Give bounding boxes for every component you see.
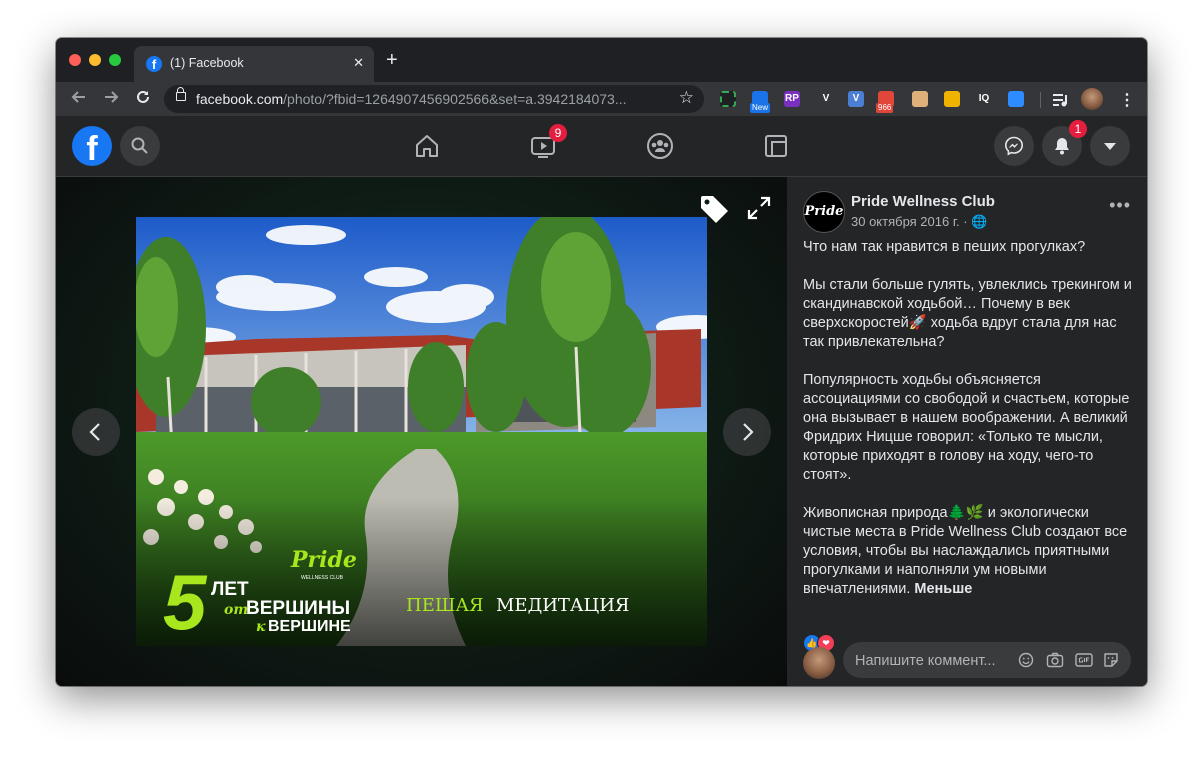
messenger-button[interactable]: [994, 126, 1034, 166]
previous-photo-button[interactable]: [72, 408, 120, 456]
ext-v-icon[interactable]: V: [818, 91, 834, 107]
browser-toolbar: facebook.com/photo/?fbid=126490745690256…: [56, 82, 1147, 116]
watch-badge: 9: [549, 124, 567, 142]
comment-box[interactable]: [843, 642, 1131, 680]
next-photo-button[interactable]: [723, 408, 771, 456]
user-avatar[interactable]: [803, 647, 835, 679]
ext-zoom-icon[interactable]: [1008, 91, 1024, 107]
overlay-let: ЛЕТ: [211, 579, 249, 600]
facebook-logo[interactable]: f: [72, 126, 112, 168]
emoji-icon[interactable]: [1018, 652, 1034, 668]
see-less-link[interactable]: Меньше: [914, 581, 972, 597]
gif-icon[interactable]: [1075, 652, 1093, 668]
ext-face-icon[interactable]: [912, 91, 928, 107]
maximize-window-button[interactable]: [109, 54, 121, 66]
caret-down-icon: [1104, 143, 1116, 150]
post-paragraph: Мы стали больше гулять, увлеклись трекин…: [803, 277, 1132, 350]
notifications-badge: 1: [1069, 120, 1087, 138]
overlay-ot: от: [224, 602, 248, 618]
facebook-header: f 9 1: [56, 116, 1147, 177]
url-text[interactable]: facebook.com/photo/?fbid=126490745690256…: [196, 91, 627, 107]
overlay-brand: Pride: [290, 547, 357, 573]
post-date[interactable]: 30 октября 2016 г. · 🌐: [851, 214, 987, 230]
search-button[interactable]: [120, 126, 160, 166]
comment-input[interactable]: [853, 642, 1027, 680]
ext-mail-badge: 966: [876, 103, 894, 113]
ext-rainbow-badge: New: [750, 103, 771, 113]
ext-bookmark-icon[interactable]: [944, 91, 960, 107]
post-photo[interactable]: 5 ЛЕТ от ВЕРШИНЫ к ВЕРШИНЕ Pride WELLNES…: [136, 217, 707, 646]
close-tab-icon[interactable]: ✕: [353, 55, 364, 71]
home-icon[interactable]: [413, 132, 441, 160]
reload-icon[interactable]: [134, 88, 152, 106]
overlay-vershine: ВЕРШИНЕ: [268, 618, 351, 635]
new-tab-button[interactable]: +: [386, 50, 398, 70]
page-name[interactable]: Pride Wellness Club: [851, 193, 995, 210]
tag-icon[interactable]: [698, 193, 730, 225]
photo-viewer: 5 ЛЕТ от ВЕРШИНЫ к ВЕРШИНЕ Pride WELLNES…: [56, 177, 787, 686]
browser-menu-icon[interactable]: ⋮: [1119, 90, 1135, 110]
ext-capture-icon[interactable]: [720, 91, 736, 107]
more-options-icon[interactable]: •••: [1109, 195, 1131, 216]
page-avatar[interactable]: Pride: [803, 191, 845, 233]
ext-vnote-icon[interactable]: V: [848, 91, 864, 107]
ext-rp-icon[interactable]: RP: [784, 91, 800, 107]
chevron-right-icon: [743, 423, 754, 441]
caption-rest: МЕДИТАЦИЯ: [496, 595, 629, 616]
post-text: Что нам так нравится в пеших прогулках? …: [803, 238, 1133, 618]
tab-title: (1) Facebook: [170, 56, 244, 70]
sticker-icon[interactable]: [1103, 652, 1119, 668]
account-menu-button[interactable]: [1090, 126, 1130, 166]
post-paragraph: Популярность ходьбы объясняется ассоциац…: [803, 372, 1130, 483]
photo-image: 5 ЛЕТ от ВЕРШИНЫ к ВЕРШИНЕ Pride WELLNES…: [136, 217, 707, 646]
browser-tab[interactable]: f (1) Facebook ✕: [134, 46, 374, 82]
post-paragraph: Живописная природа🌲🌿 и экологически чист…: [803, 505, 1128, 597]
post-side-panel: Pride Pride Wellness Club 30 октября 201…: [787, 177, 1147, 686]
search-icon: [131, 137, 148, 154]
forward-icon[interactable]: [102, 88, 120, 106]
toolbar-divider: [1040, 92, 1041, 108]
bookmark-star-icon[interactable]: ☆: [679, 88, 694, 108]
media-controls-icon[interactable]: [1052, 92, 1070, 108]
minimize-window-button[interactable]: [89, 54, 101, 66]
overlay-brand-sub: WELLNESS CLUB: [301, 575, 344, 581]
gaming-icon[interactable]: [762, 132, 790, 160]
chevron-left-icon: [89, 423, 100, 441]
camera-icon[interactable]: [1046, 652, 1064, 668]
close-window-button[interactable]: [69, 54, 81, 66]
bell-icon: [1055, 138, 1069, 155]
ext-iq-icon[interactable]: IQ: [976, 91, 992, 107]
overlay-five: 5: [163, 558, 208, 646]
back-icon[interactable]: [70, 88, 88, 106]
groups-icon[interactable]: [646, 132, 674, 160]
browser-window: f (1) Facebook ✕ + facebook.com/photo/?f…: [56, 38, 1147, 686]
address-bar[interactable]: facebook.com/photo/?fbid=126490745690256…: [164, 85, 704, 113]
profile-avatar[interactable]: [1081, 88, 1103, 110]
messenger-icon: [1004, 136, 1024, 156]
fullscreen-icon[interactable]: [746, 195, 772, 221]
overlay-k: к: [256, 619, 266, 635]
overlay-vershiny: ВЕРШИНЫ: [246, 598, 350, 619]
caption-accent: ПЕШАЯ: [406, 595, 484, 616]
facebook-favicon-icon: f: [146, 56, 162, 72]
tab-strip: f (1) Facebook ✕ +: [56, 38, 1147, 82]
post-paragraph: Что нам так нравится в пеших прогулках?: [803, 239, 1086, 255]
lock-icon: [176, 87, 186, 101]
